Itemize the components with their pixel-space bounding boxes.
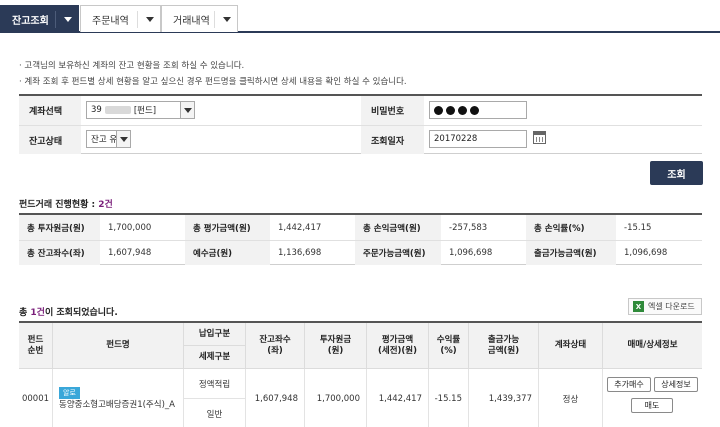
summary-label: 총 잔고좌수(좌) <box>19 241 100 265</box>
tab-balance-inquiry[interactable]: 잔고조회 <box>0 5 79 33</box>
balance-status-label: 잔고상태 <box>19 126 81 154</box>
withdrawable-cell: 1,439,377 <box>469 369 539 427</box>
fund-status-title-text: 펀드거래 진행현황 : <box>19 200 99 210</box>
divider <box>214 11 215 28</box>
fund-summary-table: 총 투자원금(원) 1,700,000 총 평가금액(원) 1,442,417 … <box>19 213 702 265</box>
tax-type-cell: 일반 <box>184 399 246 427</box>
tab-order-history[interactable]: 주문내역 <box>80 5 161 32</box>
inquiry-date-label: 조회일자 <box>361 126 424 154</box>
fund-badge: 알로 <box>59 386 80 399</box>
summary-value: 1,442,417 <box>278 222 322 233</box>
tab-label: 주문내역 <box>92 15 129 27</box>
account-label: 계좌선택 <box>19 96 81 125</box>
column-header: 매매/상세정보 <box>603 323 702 369</box>
balance-status-select[interactable]: 잔고 유 <box>86 130 131 148</box>
fund-status-count: 2건 <box>98 200 113 210</box>
password-dot <box>458 105 467 115</box>
summary-value: -15.15 <box>624 222 652 233</box>
form-row: 계좌선택 39 [펀드] 비밀번호 <box>19 96 702 125</box>
pay-type-cell: 정액적립 <box>184 369 246 399</box>
inquiry-date-value: 20170228 <box>434 134 478 144</box>
summary-row: 총 투자원금(원) 1,700,000 총 평가금액(원) 1,442,417 … <box>19 215 702 240</box>
excel-download-button[interactable]: X 엑셀 다운로드 <box>628 298 702 315</box>
column-header: 평가금액 (세전)(원) <box>367 323 429 369</box>
notice-line: · 고객님의 보유하신 계좌의 잔고 현황을 조회 하실 수 있습니다. <box>19 61 245 71</box>
fund-no-cell: 00001 <box>19 369 53 427</box>
tab-label: 잔고조회 <box>12 16 49 27</box>
fund-name-link[interactable]: 동양중소형고배당증권1(주식)_A <box>59 399 175 411</box>
column-header: 펀드 순번 <box>19 323 53 369</box>
result-count-value: 1건 <box>30 308 45 318</box>
summary-value: 1,607,948 <box>108 248 152 258</box>
column-header: 잔고좌수 (좌) <box>246 323 305 369</box>
chevron-down-icon <box>116 131 130 147</box>
masked-account-number <box>104 106 131 114</box>
column-header: 납입구분 <box>184 323 246 346</box>
summary-label: 주문가능금액(원) <box>355 241 441 265</box>
account-status-cell: 정상 <box>539 369 603 427</box>
chevron-down-icon <box>180 102 194 118</box>
summary-value: 1,700,000 <box>108 222 152 233</box>
password-dot <box>434 105 443 115</box>
balance-status-value: 잔고 유 <box>91 135 118 145</box>
column-header: 수익률 (%) <box>429 323 469 369</box>
tab-label: 거래내역 <box>173 15 210 27</box>
summary-value: 1,096,698 <box>624 248 668 258</box>
search-button[interactable]: 조회 <box>650 161 703 185</box>
chevron-down-icon <box>223 17 231 22</box>
summary-value: 1,096,698 <box>449 248 493 258</box>
excel-icon: X <box>633 301 644 312</box>
chevron-down-icon <box>146 17 154 22</box>
account-select[interactable]: 39 [펀드] <box>86 101 195 119</box>
result-count-suffix: 이 조회되었습니다. <box>44 308 118 318</box>
summary-label: 총 손익금액(원) <box>355 215 441 240</box>
column-header: 세제구분 <box>184 346 246 369</box>
search-form: 계좌선택 39 [펀드] 비밀번호 잔고상태 잔고 유 조회일자 2017022… <box>19 94 702 154</box>
column-header: 투자원금 (원) <box>305 323 367 369</box>
actions-cell: 추가매수 상세정보 매도 <box>603 369 702 427</box>
summary-label: 총 평가금액(원) <box>185 215 270 240</box>
summary-row: 총 잔고좌수(좌) 1,607,948 예수금(원) 1,136,698 주문가… <box>19 240 702 265</box>
tab-bar: 잔고조회 주문내역 거래내역 <box>0 0 720 33</box>
password-field[interactable] <box>429 101 527 119</box>
form-row: 잔고상태 잔고 유 조회일자 20170228 <box>19 125 702 154</box>
divider <box>137 11 138 28</box>
fund-status-title: 펀드거래 진행현황 : 2건 <box>19 197 113 210</box>
column-header: 계좌상태 <box>539 323 603 369</box>
tab-transaction-history[interactable]: 거래내역 <box>161 5 238 32</box>
summary-label: 출금가능금액(원) <box>526 241 616 265</box>
account-prefix: 39 <box>91 105 102 115</box>
notice-line: · 계좌 조회 후 펀드별 상세 현황을 알고 싶으신 경우 펀드명을 클릭하시… <box>19 77 407 87</box>
detail-info-button[interactable]: 상세정보 <box>654 377 698 392</box>
fund-balance-table: 펀드 순번 펀드명 납입구분 세제구분 잔고좌수 (좌) 투자원금 (원) 평가… <box>19 321 702 427</box>
password-dot <box>470 105 479 115</box>
column-header: 펀드명 <box>53 323 184 369</box>
valuation-cell: 1,442,417 <box>367 369 429 427</box>
account-suffix: [펀드] <box>133 106 157 116</box>
divider <box>55 11 56 28</box>
sell-button[interactable]: 매도 <box>631 398 673 413</box>
result-count: 총 1건이 조회되었습니다. <box>19 305 118 318</box>
balance-units-cell: 1,607,948 <box>246 369 305 427</box>
principal-cell: 1,700,000 <box>305 369 367 427</box>
calendar-icon[interactable] <box>533 131 546 144</box>
summary-label: 총 투자원금(원) <box>19 215 100 240</box>
fund-name-cell: 알로 동양중소형고배당증권1(주식)_A <box>53 369 184 427</box>
additional-buy-button[interactable]: 추가매수 <box>607 377 651 392</box>
column-header: 출금가능 금액(원) <box>469 323 539 369</box>
summary-value: 1,136,698 <box>278 248 322 258</box>
inquiry-date-input[interactable]: 20170228 <box>429 130 527 148</box>
summary-label: 총 손익률(%) <box>526 215 616 240</box>
password-dot <box>446 105 455 115</box>
chevron-down-icon <box>64 17 72 22</box>
summary-label: 예수금(원) <box>185 241 270 265</box>
summary-value: -257,583 <box>449 222 488 233</box>
password-label: 비밀번호 <box>361 96 424 125</box>
result-count-prefix: 총 <box>19 308 31 318</box>
excel-download-label: 엑셀 다운로드 <box>648 302 695 311</box>
return-rate-cell: -15.15 <box>429 369 469 427</box>
